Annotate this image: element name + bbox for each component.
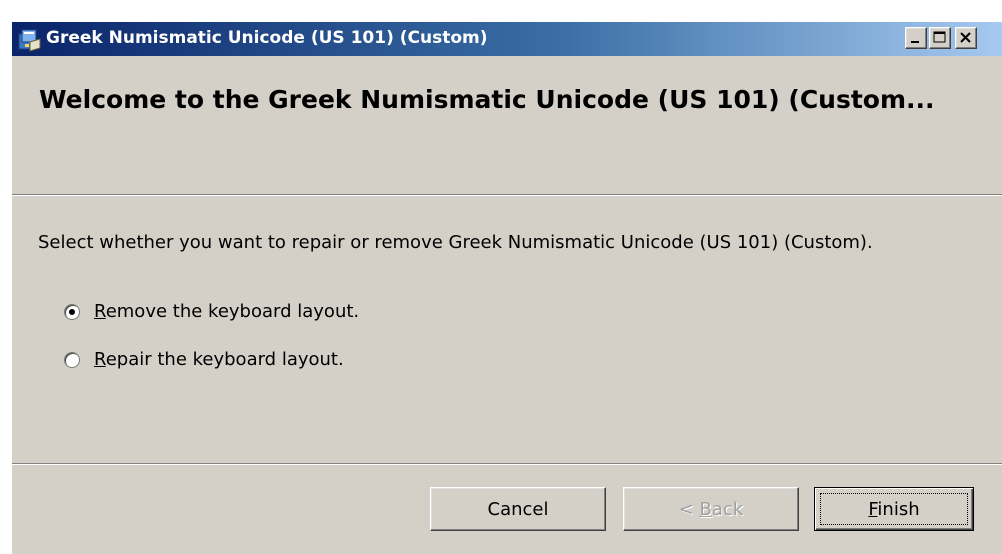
installer-window: Greek Numismatic Unicode (US 101) (Custo… [12,22,1002,554]
maximize-button[interactable] [929,27,951,49]
page-title: Welcome to the Greek Numismatic Unicode … [39,85,935,114]
repair-option-label: Repair the keyboard layout. [94,349,344,370]
close-icon [960,32,971,43]
remove-option-label: Remove the keyboard layout. [94,301,360,322]
top-divider [12,194,1002,196]
back-button: < Back [623,487,799,531]
repair-option[interactable]: Repair the keyboard layout. [64,349,344,370]
instruction-text: Select whether you want to repair or rem… [38,232,873,253]
remove-radio[interactable] [64,303,80,320]
remove-option[interactable]: Remove the keyboard layout. [64,301,359,322]
repair-radio[interactable] [64,351,80,368]
title-bar[interactable]: Greek Numismatic Unicode (US 101) (Custo… [12,22,1002,56]
cancel-button[interactable]: Cancel [430,487,606,531]
close-button[interactable] [955,27,977,49]
finish-button[interactable]: Finish [814,487,974,531]
maximize-icon [933,31,946,43]
minimize-icon [911,41,919,43]
minimize-button[interactable] [905,27,927,49]
installer-icon [16,26,42,52]
window-title: Greek Numismatic Unicode (US 101) (Custo… [46,28,488,48]
bottom-divider [12,463,1002,465]
